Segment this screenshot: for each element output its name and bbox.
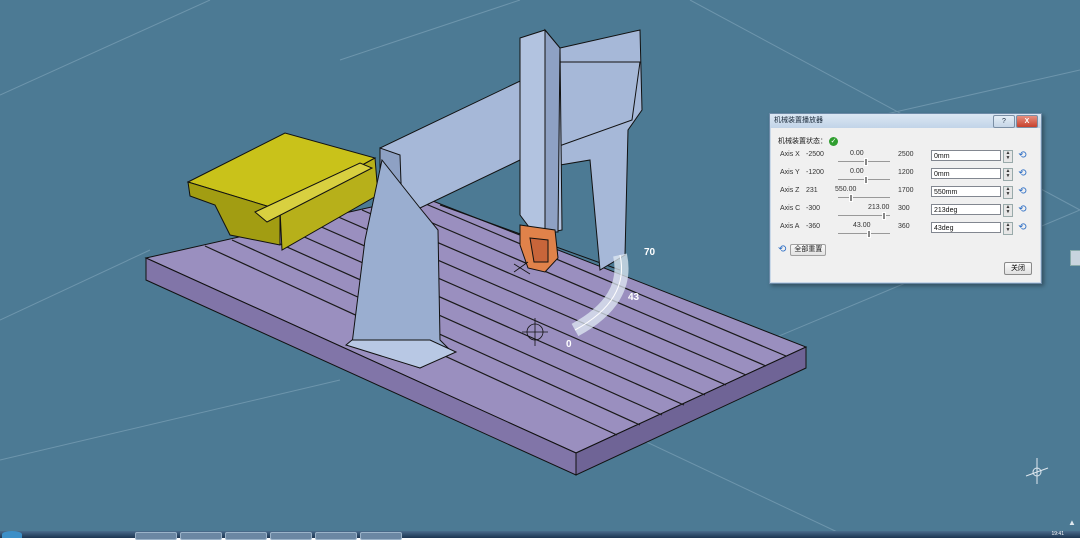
axis-min: -360 [806,223,821,230]
axis-slider[interactable] [838,230,890,238]
axis-min: 231 [806,187,818,194]
spinner-icon[interactable]: ▲ ▼ [1003,186,1013,199]
status-row: 机械装置状态： ✓ [778,136,838,146]
taskbar-item[interactable] [360,532,402,540]
axis-max: 1700 [898,187,914,194]
slider-handle[interactable] [849,194,853,202]
clock: 19:41 [1051,531,1064,537]
reset-all-icon[interactable]: ⟲ [778,244,786,255]
dial-label-bottom: 0 [566,339,572,350]
reset-axis-icon[interactable]: ⟲ [1017,204,1028,215]
axis-max: 2500 [898,151,914,158]
reset-all-button[interactable]: 全部重置 [790,244,827,257]
mechanism-player-dialog: 机械装置播放器 ? X 机械装置状态： ✓ Axis X -2500 0.00 2500… [769,113,1042,284]
close-icon[interactable]: X [1016,115,1038,128]
reset-axis-icon[interactable]: ⟲ [1017,222,1028,233]
taskbar-item[interactable] [270,532,312,540]
reset-axis-icon[interactable]: ⟲ [1017,186,1028,197]
dialog-titlebar[interactable]: 机械装置播放器 ? X [770,114,1041,128]
axis-min: -1200 [806,169,824,176]
spinner-icon[interactable]: ▲ ▼ [1003,222,1013,235]
close-button[interactable]: 关闭 [1004,262,1032,275]
axis-name: Axis X [780,151,800,158]
spinner-icon[interactable]: ▲ ▼ [1003,168,1013,181]
axis-name: Axis Y [780,169,800,176]
taskbar-item[interactable] [180,532,222,540]
axis-input[interactable]: 550mm [931,186,1001,197]
axis-max: 300 [898,205,910,212]
axis-input[interactable]: 213deg [931,204,1001,215]
axis-slider[interactable] [838,158,890,166]
spinner-icon[interactable]: ▲ ▼ [1003,204,1013,217]
compass-icon[interactable] [1022,456,1052,486]
axis-value: 0.00 [850,150,864,157]
axis-value: 550.00 [835,186,857,193]
reset-axis-icon[interactable]: ⟲ [1017,150,1028,161]
slider-handle[interactable] [864,158,868,166]
axis-max: 360 [898,223,910,230]
axis-row: Axis Y -1200 0.00 1200 0mm ▲ ▼ ⟲ [770,166,1041,184]
help-button[interactable]: ? [993,115,1015,128]
scroll-up-icon[interactable]: ▲ [1068,518,1076,527]
status-label: 机械装置状态： [778,138,827,145]
dialog-title: 机械装置播放器 [774,117,823,124]
slider-handle[interactable] [867,230,871,238]
start-button[interactable] [2,531,22,538]
axis-slider[interactable] [838,194,890,202]
axis-max: 1200 [898,169,914,176]
taskbar-item[interactable] [135,532,177,540]
dial-label-mid: 43 [628,292,640,303]
axis-row: Axis Z 231 550.00 1700 550mm ▲ ▼ ⟲ [770,184,1041,202]
axis-name: Axis C [780,205,801,212]
dial-label-top: 70 [644,247,656,258]
slider-handle[interactable] [882,212,886,220]
axis-row: Axis C -300 213.00 300 213deg ▲ ▼ ⟲ [770,202,1041,220]
reset-all-row: ⟲ 全部重置 [778,244,827,257]
axis-min: -300 [806,205,821,212]
axis-input[interactable]: 0mm [931,168,1001,179]
axis-value: 0.00 [850,168,864,175]
spinner-icon[interactable]: ▲ ▼ [1003,150,1013,163]
taskbar-item[interactable] [225,532,267,540]
slider-handle[interactable] [864,176,868,184]
taskbar-item[interactable] [315,532,357,540]
side-panel-tab[interactable] [1070,250,1080,266]
taskbar: 19:41 [0,531,1080,540]
axis-name: Axis A [780,223,800,230]
axis-min: -2500 [806,151,824,158]
axis-row: Axis A -360 43.00 360 43deg ▲ ▼ ⟲ [770,220,1041,238]
axis-row: Axis X -2500 0.00 2500 0mm ▲ ▼ ⟲ [770,148,1041,166]
reset-axis-icon[interactable]: ⟲ [1017,168,1028,179]
axis-input[interactable]: 0mm [931,150,1001,161]
axis-input[interactable]: 43deg [931,222,1001,233]
axis-name: Axis Z [780,187,800,194]
axis-value: 43.00 [853,222,871,229]
axis-value: 213.00 [868,204,890,211]
axis-slider[interactable] [838,176,890,184]
axis-slider[interactable] [838,212,890,220]
checkmark-icon: ✓ [829,136,838,146]
